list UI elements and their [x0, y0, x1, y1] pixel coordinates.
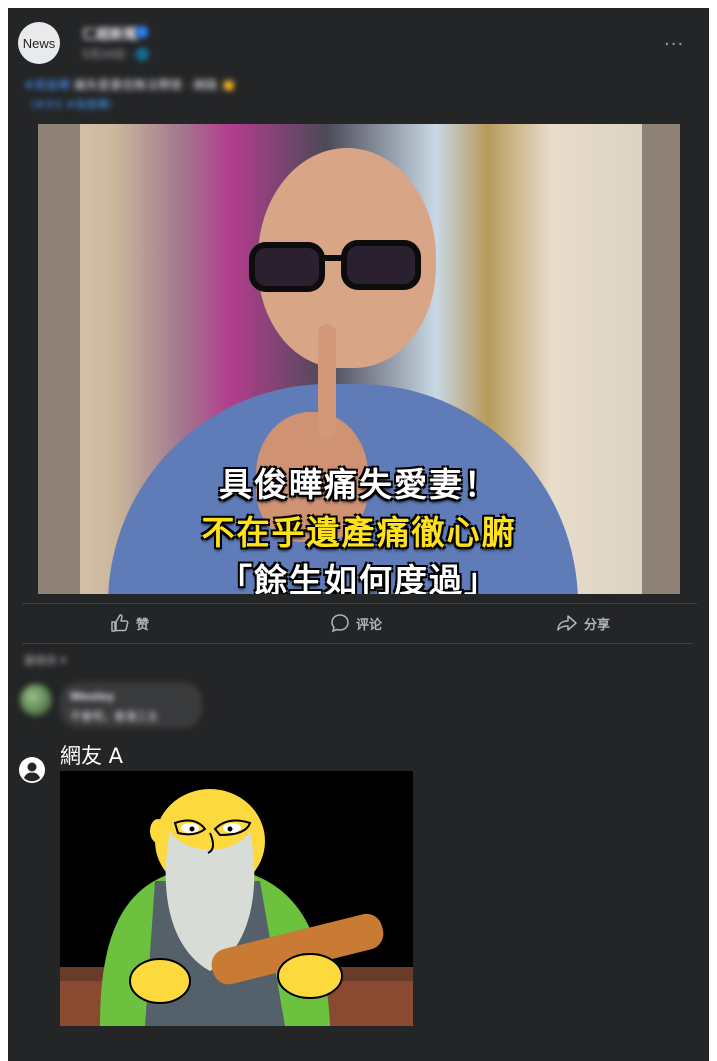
- photo-headline-line3: 「餘生如何度過」: [219, 561, 499, 594]
- post-photo[interactable]: 具俊曄痛失愛妻！ 不在乎遺產痛徹心腑 「餘生如何度過」: [38, 124, 680, 594]
- post-timestamp[interactable]: 5月24日 · 🌐: [82, 46, 149, 62]
- old-man-cartoon-icon: [60, 771, 413, 1026]
- reply-user-name[interactable]: 網友 A: [60, 740, 123, 770]
- thumbs-up-icon: [111, 614, 129, 632]
- caption-link[interactable]: （#大S #具俊曄）: [24, 96, 119, 112]
- page-name[interactable]: ㄈ超新聞: [82, 24, 138, 44]
- like-label: 赞: [136, 617, 150, 633]
- emoji-icon: 👏: [221, 78, 237, 92]
- photo-headline-line1: 具俊曄痛失愛妻！: [219, 465, 499, 504]
- hashtag-link[interactable]: #具俊曄: [24, 78, 70, 92]
- caption-text: 痛失愛妻但無法釋懷 · 網路: [73, 78, 218, 92]
- like-button[interactable]: 赞: [110, 613, 149, 633]
- photo-headline-line2: 不在乎遺產痛徹心腑: [201, 513, 517, 552]
- share-label: 分享: [584, 617, 611, 633]
- more-dots-icon[interactable]: ···: [664, 34, 684, 55]
- user-avatar-icon[interactable]: [18, 756, 46, 784]
- speech-bubble-icon: [331, 614, 349, 633]
- comment-sort-dropdown[interactable]: 最相关 ▾: [24, 652, 66, 668]
- share-arrow-icon: [557, 615, 577, 631]
- sunglasses-icon: [249, 240, 421, 292]
- comment-label: 评论: [356, 617, 383, 633]
- commenter-avatar[interactable]: [20, 684, 52, 716]
- commenter-name[interactable]: Wesley: [70, 690, 114, 703]
- comment-button[interactable]: 评论: [330, 613, 382, 633]
- person-finger: [318, 324, 336, 439]
- page-avatar[interactable]: News: [18, 22, 60, 64]
- post-caption: #具俊曄 痛失愛妻但無法釋懷 · 網路 👏: [24, 76, 236, 93]
- share-button[interactable]: 分享: [556, 613, 610, 633]
- divider-bottom: [22, 643, 693, 644]
- verified-badge-icon: [136, 26, 148, 38]
- reply-meme-image[interactable]: [60, 771, 413, 1026]
- divider-top: [22, 603, 697, 604]
- comment-text: 不會吧，會滿三五: [70, 710, 158, 723]
